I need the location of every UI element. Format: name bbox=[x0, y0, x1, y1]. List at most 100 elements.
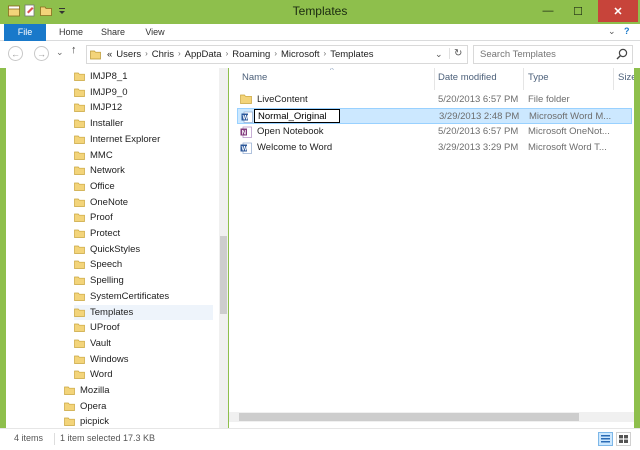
horizontal-scrollbar-thumb[interactable] bbox=[239, 413, 579, 421]
search-box bbox=[473, 45, 633, 64]
nav-scrollbar[interactable] bbox=[219, 68, 227, 428]
sidebar-item-label: picpick bbox=[80, 416, 110, 428]
sidebar-item-mozilla[interactable]: Mozilla bbox=[64, 383, 213, 398]
item-count: 4 items bbox=[14, 433, 44, 443]
sidebar-item-windows[interactable]: Windows bbox=[74, 352, 213, 367]
file-name: LiveContent bbox=[257, 94, 308, 105]
breadcrumb-users[interactable]: Users bbox=[114, 49, 143, 60]
up-button[interactable]: ↑ bbox=[71, 44, 77, 56]
sidebar-item-imjp8-1[interactable]: IMJP8_1 bbox=[74, 69, 213, 84]
folder-icon bbox=[74, 166, 85, 176]
forward-button[interactable]: → bbox=[34, 46, 49, 61]
title-bar[interactable]: Templates — ☐ ✕ bbox=[0, 0, 640, 24]
tab-view[interactable]: View bbox=[138, 24, 172, 41]
close-button[interactable]: ✕ bbox=[598, 0, 638, 22]
breadcrumb-microsoft[interactable]: Microsoft bbox=[279, 49, 322, 60]
column-divider[interactable] bbox=[434, 68, 435, 90]
file-date: 5/20/2013 6:57 PM bbox=[438, 126, 519, 137]
folder-icon bbox=[74, 72, 85, 81]
onenote-icon: N bbox=[240, 126, 252, 141]
horizontal-scrollbar[interactable] bbox=[229, 412, 634, 422]
back-button[interactable]: ← bbox=[8, 46, 23, 61]
folder-icon bbox=[64, 386, 75, 395]
maximize-button[interactable]: ☐ bbox=[564, 0, 592, 22]
column-divider[interactable] bbox=[523, 68, 524, 90]
rename-input[interactable] bbox=[254, 109, 340, 123]
sidebar-item-label: QuickStyles bbox=[90, 243, 141, 255]
folder-icon bbox=[74, 151, 85, 160]
file-row[interactable]: W Welcome to Word 3/29/2013 3:29 PM Microso… bbox=[237, 140, 632, 156]
sidebar-item-installer[interactable]: Installer bbox=[74, 116, 213, 131]
expand-ribbon-button[interactable]: ⌄ bbox=[608, 26, 616, 37]
column-header-name[interactable]: Name bbox=[242, 72, 267, 86]
folder-icon bbox=[74, 355, 85, 364]
file-type: Microsoft Word M... bbox=[529, 111, 612, 122]
tab-share[interactable]: Share bbox=[96, 24, 130, 41]
breadcrumb-separator[interactable]: › bbox=[143, 49, 150, 60]
column-header-date[interactable]: Date modified bbox=[438, 72, 497, 86]
folder-icon bbox=[64, 402, 75, 411]
breadcrumb-separator[interactable]: › bbox=[272, 49, 279, 60]
selection-info: 1 item selected 17.3 KB bbox=[60, 433, 156, 443]
status-divider bbox=[54, 433, 55, 445]
sidebar-item-vault[interactable]: Vault bbox=[74, 336, 213, 351]
file-list[interactable]: Name ^ Date modified Type Size LiveConte… bbox=[229, 68, 634, 428]
sidebar-item-imjp9-0[interactable]: IMJP9_0 bbox=[74, 85, 213, 100]
folder-icon bbox=[74, 323, 85, 333]
file-row[interactable]: N Open Notebook 5/20/2013 6:57 PM Microsoft… bbox=[237, 124, 632, 140]
sidebar-item-protect[interactable]: Protect bbox=[74, 226, 213, 241]
sidebar-item-speech[interactable]: Speech bbox=[74, 257, 213, 272]
breadcrumb-roaming[interactable]: Roaming bbox=[230, 49, 272, 60]
sidebar-item-onenote[interactable]: OneNote bbox=[74, 195, 213, 210]
sidebar-item-spelling[interactable]: Spelling bbox=[74, 273, 213, 288]
sidebar-item-word[interactable]: Word bbox=[74, 367, 213, 382]
column-divider[interactable] bbox=[613, 68, 614, 90]
search-input[interactable] bbox=[474, 46, 609, 63]
sidebar-item-templates[interactable]: Templates bbox=[74, 304, 213, 320]
sidebar-item-proof[interactable]: Proof bbox=[74, 210, 213, 225]
navigation-bar: ← → ⌄ ↑ « Users › Chris › AppData › Roam… bbox=[0, 41, 640, 68]
breadcrumb: « Users › Chris › AppData › Roaming › Mi… bbox=[105, 49, 376, 60]
breadcrumb-overflow[interactable]: « bbox=[105, 49, 114, 60]
sidebar-item-systemcertificates[interactable]: SystemCertificates bbox=[74, 289, 213, 304]
address-dropdown-button[interactable]: ⌄ bbox=[435, 49, 443, 60]
breadcrumb-separator[interactable]: › bbox=[224, 49, 231, 60]
address-bar[interactable]: « Users › Chris › AppData › Roaming › Mi… bbox=[86, 45, 468, 64]
nav-scrollbar-thumb[interactable] bbox=[220, 236, 227, 314]
tab-file[interactable]: File bbox=[4, 24, 46, 41]
search-icon[interactable] bbox=[616, 48, 628, 60]
breadcrumb-separator[interactable]: › bbox=[322, 49, 329, 60]
breadcrumb-appdata[interactable]: AppData bbox=[183, 49, 224, 60]
column-header-size[interactable]: Size bbox=[618, 72, 634, 86]
help-button[interactable]: ? bbox=[624, 26, 630, 36]
sidebar-item-quickstyles[interactable]: QuickStyles bbox=[74, 242, 213, 257]
navigation-pane[interactable]: IMJP8_1 IMJP9_0 IMJP12 Installer Internet Ex… bbox=[6, 68, 228, 428]
sidebar-item-imjp12[interactable]: IMJP12 bbox=[74, 100, 213, 115]
file-row[interactable]: W 3/29/2013 2:48 PM Microsoft Word M... bbox=[237, 108, 632, 124]
large-icons-view-button[interactable] bbox=[616, 432, 631, 446]
sidebar-item-office[interactable]: Office bbox=[74, 179, 213, 194]
breadcrumb-chris[interactable]: Chris bbox=[150, 49, 176, 60]
column-header-type[interactable]: Type bbox=[528, 72, 549, 86]
sidebar-item-network[interactable]: Network bbox=[74, 163, 213, 178]
refresh-button[interactable]: ↻ bbox=[449, 48, 462, 59]
sidebar-item-picpick[interactable]: picpick bbox=[64, 414, 213, 428]
file-row[interactable]: LiveContent 5/20/2013 6:57 PM File folder bbox=[237, 92, 632, 108]
sidebar-item-label: IMJP8_1 bbox=[90, 71, 128, 82]
recent-locations-button[interactable]: ⌄ bbox=[56, 47, 64, 58]
sidebar-item-opera[interactable]: Opera bbox=[64, 399, 213, 414]
details-view-icon bbox=[601, 435, 610, 443]
sort-indicator: ^ bbox=[330, 68, 334, 75]
sidebar-item-uproof[interactable]: UProof bbox=[74, 320, 213, 335]
folder-icon bbox=[74, 88, 85, 97]
sidebar-item-label: Word bbox=[90, 369, 113, 381]
minimize-button[interactable]: — bbox=[534, 0, 562, 22]
folder-icon bbox=[90, 50, 101, 60]
sidebar-item-mmc[interactable]: MMC bbox=[74, 148, 213, 163]
breadcrumb-separator[interactable]: › bbox=[176, 49, 183, 60]
tab-home[interactable]: Home bbox=[54, 24, 88, 41]
folder-icon bbox=[74, 370, 85, 380]
sidebar-item-internet-explorer[interactable]: Internet Explorer bbox=[74, 132, 213, 147]
breadcrumb-templates[interactable]: Templates bbox=[328, 49, 375, 60]
details-view-button[interactable] bbox=[598, 432, 613, 446]
